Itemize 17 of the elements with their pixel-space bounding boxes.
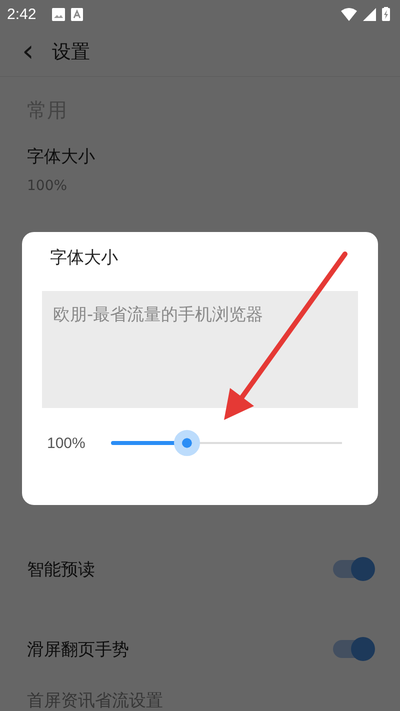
signal-icon bbox=[363, 8, 376, 20]
slider-reading: 100% bbox=[47, 434, 86, 452]
setting-title: 智能预读 bbox=[27, 558, 95, 580]
font-icon bbox=[71, 8, 84, 20]
battery-icon bbox=[382, 7, 390, 21]
back-button[interactable]: ‹ bbox=[22, 37, 48, 67]
preview-text: 欧朋-最省流量的手机浏览器 bbox=[53, 305, 264, 325]
page-title: 设置 bbox=[52, 40, 90, 65]
setting-title[interactable]: 字体大小 bbox=[27, 145, 373, 168]
dialog-title: 字体大小 bbox=[50, 247, 119, 269]
toggle-switch[interactable] bbox=[333, 560, 373, 578]
setting-title: 滑屏翻页手势 bbox=[27, 638, 129, 660]
wifi-icon bbox=[341, 8, 357, 20]
status-time: 2:42 bbox=[7, 6, 36, 22]
slider-thumb[interactable] bbox=[174, 430, 200, 456]
toggle-switch[interactable] bbox=[333, 640, 373, 658]
image-icon bbox=[52, 8, 66, 20]
